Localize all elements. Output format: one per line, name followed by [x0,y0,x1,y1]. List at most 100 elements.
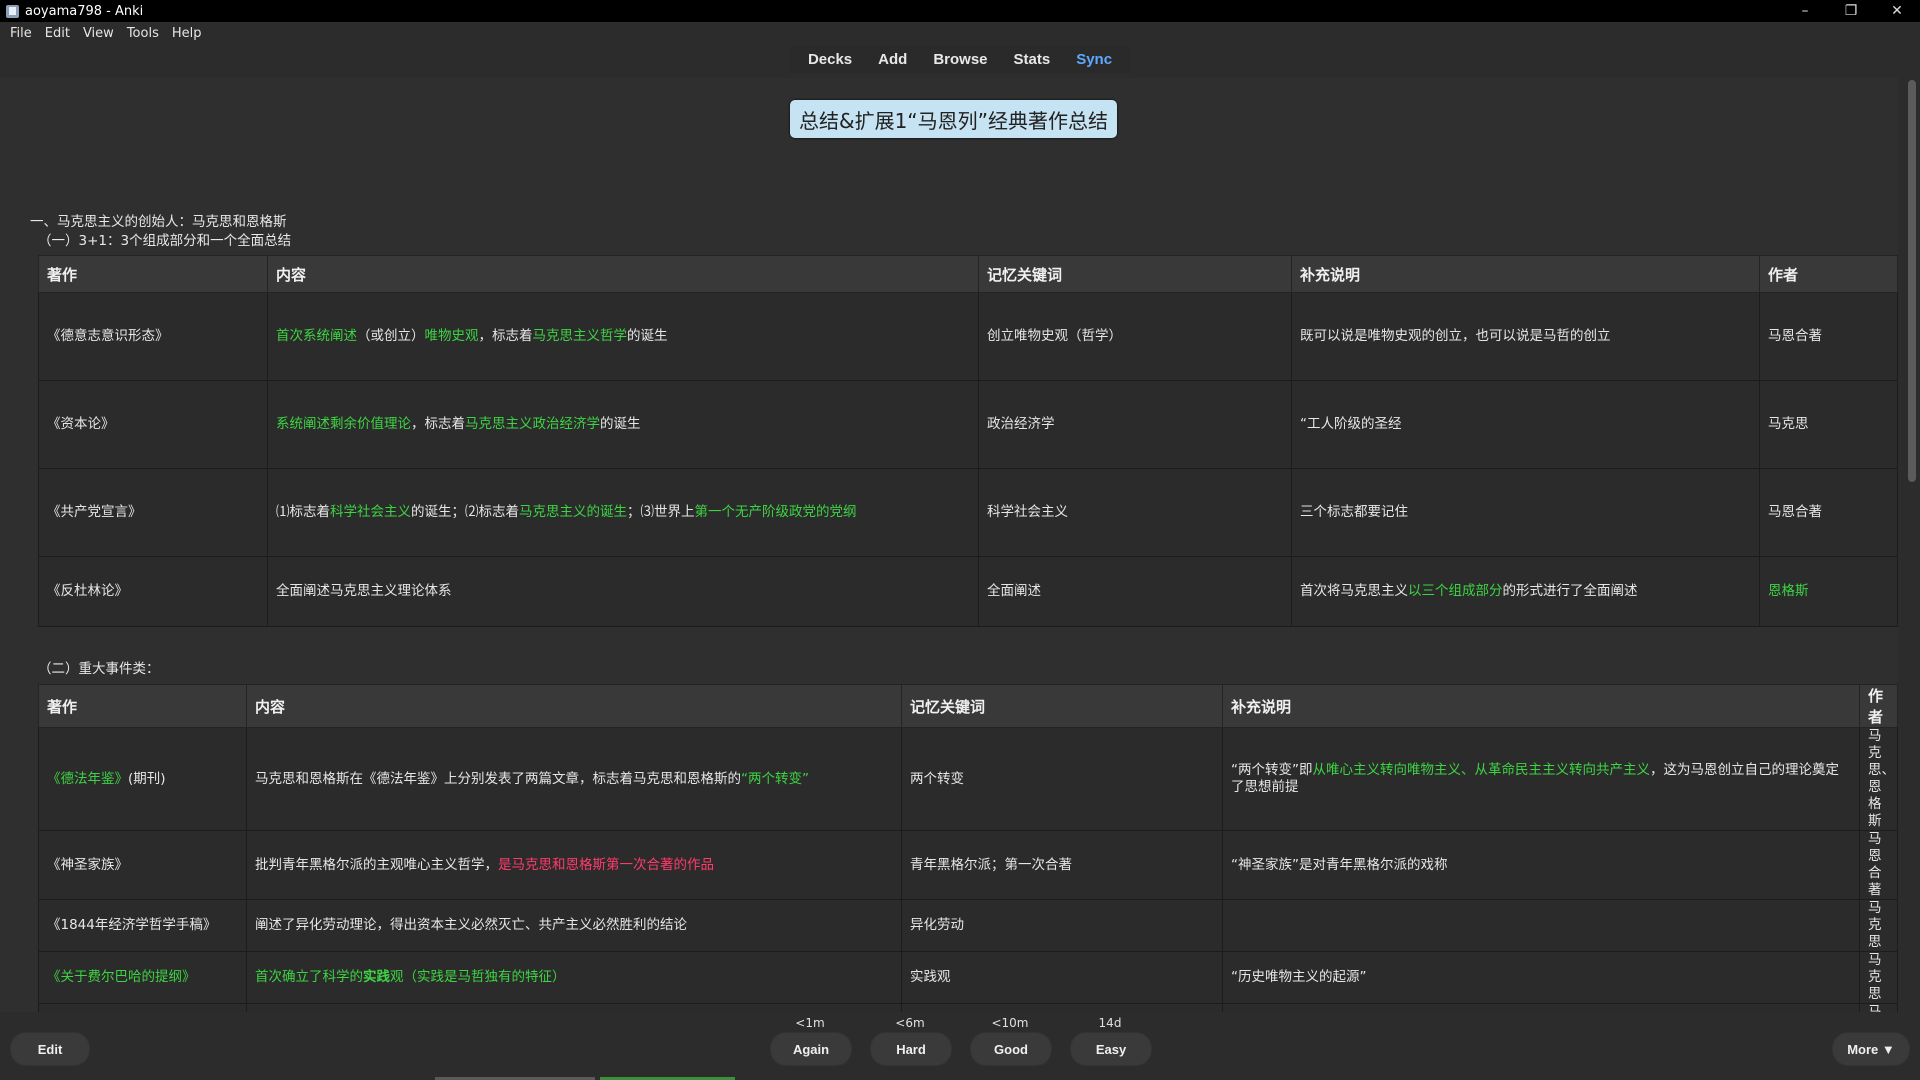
table-row: 《资本论》 系统阐述剩余价值理论，标志着马克思主义政治经济学的诞生 政治经济学 “工人… [38,380,1898,469]
note-cell: 首次将马克思主义以三个组成部分的形式进行了全面阐述 [1291,556,1760,627]
text-segment: 马克思主义政治经济学 [465,416,600,432]
keyword-cell: 实践观 [901,951,1223,1004]
maximize-icon[interactable]: ❐ [1828,3,1874,19]
column-header: 记忆关键词 [978,255,1292,293]
menu-help[interactable]: Help [172,26,202,41]
column-header: 内容 [267,255,979,293]
work-title-cell: 《共产党宣言》 [38,468,268,557]
table-row: 《1844年经济学哲学手稿》 阐述了异化劳动理论，得出资本主义必然灭亡、共产主义必… [38,899,1898,952]
table-row: 《德法年鉴》(期刊) 马克思和恩格斯在《德法年鉴》上分别发表了两篇文章，标志着马克… [38,727,1898,831]
content-cell: 系统阐述剩余价值理论，标志着马克思主义政治经济学的诞生 [267,380,979,469]
note-cell: 三个标志都要记住 [1291,468,1760,557]
works-table-1: 著作 内容 记忆关键词 补充说明 作者 《德意志意识形态》 首次系统阐述（或创立）唯物史观… [38,255,1898,627]
author-cell: 恩格斯 [1759,556,1898,627]
hard-button[interactable]: Hard [870,1032,952,1066]
menu-view[interactable]: View [83,26,114,41]
more-button[interactable]: More ▼ [1832,1032,1910,1066]
keyword-cell: 异化劳动 [901,899,1223,952]
text-segment: ，标志着 [478,328,533,344]
window-title: aoyama798 - Anki [25,3,144,19]
sync-link[interactable]: Sync [1063,48,1125,71]
text-segment: 马恩合著 [1768,504,1822,520]
work-title-cell: 《资本论》 [38,380,268,469]
work-title-cell: 《1844年经济学哲学手稿》 [38,899,247,952]
author-cell: 马恩合著 [1859,830,1898,900]
text-segment: 实践 [363,969,390,985]
content-cell: ⑴标志着科学社会主义的诞生；⑵标志着马克思主义的诞生；⑶世界上第一个无产阶级政党… [267,468,979,557]
column-header: 内容 [246,684,902,728]
again-button[interactable]: Again [770,1032,852,1066]
note-cell: “两个转变”即从唯心主义转向唯物主义、从革命民主主义转向共产主义，这为马恩创立自… [1222,727,1860,831]
column-header: 补充说明 [1291,255,1760,293]
content-cell: 批判青年黑格尔派的主观唯心主义哲学，是马克思和恩格斯第一次合著的作品 [246,830,902,900]
menu-edit[interactable]: Edit [45,26,70,41]
table-header-row: 著作 内容 记忆关键词 补充说明 作者 [38,684,1898,728]
text-segment: 全面阐述马克思主义理论体系 [276,583,452,599]
table-row: 《哲学的贫困》马克思主义的第一次公开阐述第一次公开阐述注意和“马克思主义的诞生”… [38,1003,1898,1012]
menu-file[interactable]: File [10,26,32,41]
author-cell: 马克思、恩格斯 [1859,727,1898,831]
decks-link[interactable]: Decks [795,48,865,71]
text-segment: 三个标志都要记住 [1300,504,1408,520]
text-segment: 批判青年黑格尔派的主观唯心主义哲学， [255,856,498,873]
minimize-icon[interactable]: – [1782,3,1828,19]
again-interval: <1m [795,1016,825,1030]
text-segment: ；⑶世界上 [627,504,695,520]
text-segment: 唯物史观 [424,328,479,344]
anki-app-icon [6,4,19,18]
works-table-2: 著作 内容 记忆关键词 补充说明 作者 《德法年鉴》(期刊) 马克思和恩格斯在《德法年鉴》… [38,684,1898,1012]
column-header: 补充说明 [1222,684,1860,728]
stats-link[interactable]: Stats [1001,48,1064,71]
text-segment: “两个转变” [741,770,809,787]
text-segment: 首次将马克思主义 [1300,583,1408,599]
content-cell: 马克思和恩格斯在《德法年鉴》上分别发表了两篇文章，标志着马克思和恩格斯的“两个转… [246,727,902,831]
add-link[interactable]: Add [865,48,920,71]
text-segment: “工人阶级的圣经 [1300,416,1402,432]
text-segment: 以三个组成部分 [1408,583,1503,599]
keyword-cell: 科学社会主义 [978,468,1292,557]
keyword-cell: 全面阐述 [978,556,1292,627]
content-cell: 阐述了异化劳动理论，得出资本主义必然灭亡、共产主义必然胜利的结论 [246,899,902,952]
column-header: 作者 [1759,255,1898,293]
content-cell: 全面阐述马克思主义理论体系 [267,556,979,627]
title-bar: aoyama798 - Anki – ❐ ✕ [0,0,1920,22]
section-heading-3: （二）重大事件类： [38,661,160,677]
content-cell: 首次确立了科学的实践观（实践是马哲独有的特征） [246,951,902,1004]
menu-tools[interactable]: Tools [127,26,159,41]
table-row: 《反杜林论》 全面阐述马克思主义理论体系 全面阐述 首次将马克思主义以三个组成部分的形… [38,556,1898,627]
answer-bar: Edit <1m Again <6m Hard <10m Good 14d Ea… [0,1012,1920,1080]
note-cell [1222,899,1860,952]
text-segment: 马克思 [1768,416,1809,432]
author-cell: 马克思 [1859,951,1898,1004]
toolbar-links: Decks Add Browse Stats Sync [788,45,1132,73]
text-segment: 的诞生 [627,328,668,344]
scrollbar-thumb[interactable] [1908,80,1916,482]
keyword-cell: 第一次公开阐述 [901,1003,1223,1012]
easy-button[interactable]: Easy [1070,1032,1152,1066]
browse-link[interactable]: Browse [920,48,1000,71]
column-header: 著作 [38,255,268,293]
menu-bar: File Edit View Tools Help [0,22,1920,44]
text-segment: ⑴标志着 [276,504,330,520]
table-row: 《神圣家族》 批判青年黑格尔派的主观唯心主义哲学，是马克思和恩格斯第一次合著的作品… [38,830,1898,900]
section-heading-2: （一）3+1：3个组成部分和一个全面总结 [38,233,292,249]
good-button[interactable]: Good [970,1032,1052,1066]
work-title-cell: 《关于费尔巴哈的提纲》 [38,951,247,1004]
text-segment: 科学社会主义 [330,504,411,520]
note-cell: “神圣家族”是对青年黑格尔派的戏称 [1222,830,1860,900]
close-icon[interactable]: ✕ [1874,3,1920,19]
note-cell: “工人阶级的圣经 [1291,380,1760,469]
edit-button[interactable]: Edit [10,1032,90,1066]
text-segment: 观（实践是马哲独有的特征） [390,969,566,985]
content-cell: 马克思主义的第一次公开阐述 [246,1003,902,1012]
text-segment: 阐述了异化劳动理论，得出资本主义必然灭亡、共产主义必然胜利的结论 [255,917,687,933]
note-cell: “历史唯物主义的起源” [1222,951,1860,1004]
deck-title-banner: 总结&扩展1“马恩列”经典著作总结 [790,100,1117,138]
column-header: 作者 [1859,684,1898,728]
column-header: 著作 [38,684,247,728]
text-segment: (期刊) [128,770,166,787]
author-cell: 马克思 [1859,1003,1898,1012]
column-header: 记忆关键词 [901,684,1223,728]
easy-interval: 14d [1098,1016,1122,1030]
note-cell: 既可以说是唯物史观的创立，也可以说是马哲的创立 [1291,292,1760,381]
